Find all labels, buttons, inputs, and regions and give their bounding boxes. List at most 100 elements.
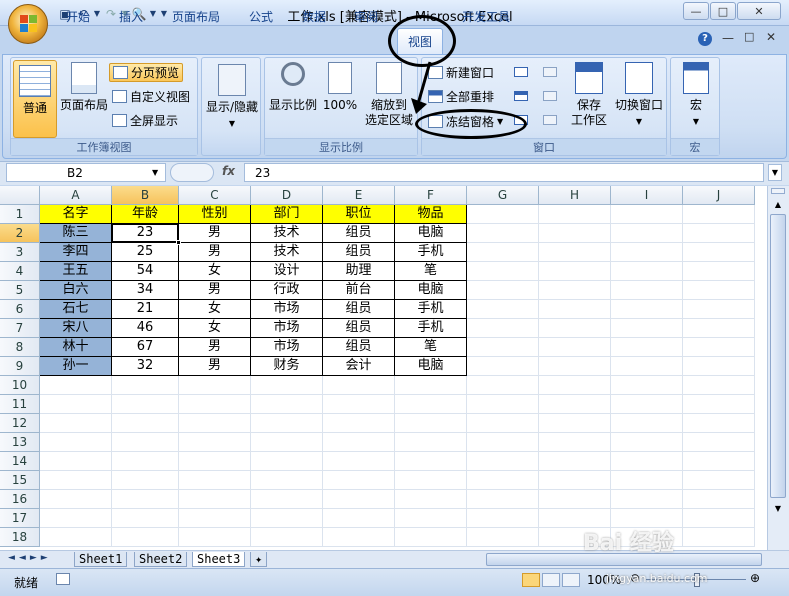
custom-views-button[interactable]: 自定义视图	[112, 87, 190, 106]
cell[interactable]	[467, 300, 539, 319]
cell[interactable]: 职位	[323, 205, 395, 224]
cell[interactable]: 电脑	[395, 357, 467, 376]
cell[interactable]	[539, 243, 611, 262]
cell[interactable]	[611, 205, 683, 224]
cell[interactable]	[467, 528, 539, 547]
cell[interactable]	[323, 433, 395, 452]
cell[interactable]: 手机	[395, 243, 467, 262]
column-header[interactable]: A	[40, 186, 112, 205]
row-header[interactable]: 18	[0, 528, 40, 547]
cell[interactable]	[539, 224, 611, 243]
cell[interactable]	[112, 395, 179, 414]
cell[interactable]: 组员	[323, 243, 395, 262]
page-layout-view-button[interactable]: 页面布局	[59, 62, 109, 138]
cell[interactable]	[467, 319, 539, 338]
cell[interactable]: 陈三	[40, 224, 112, 243]
cell[interactable]	[467, 471, 539, 490]
column-header[interactable]: I	[611, 186, 683, 205]
cell[interactable]	[395, 433, 467, 452]
cell[interactable]: 林十	[40, 338, 112, 357]
show-hide-button[interactable]: 显示/隐藏 ▼	[204, 64, 260, 138]
cell[interactable]	[395, 395, 467, 414]
cell[interactable]: 男	[179, 224, 251, 243]
macro-record-icon[interactable]	[56, 573, 70, 585]
cell[interactable]	[467, 243, 539, 262]
cell[interactable]: 物品	[395, 205, 467, 224]
cell[interactable]	[323, 376, 395, 395]
column-header[interactable]: D	[251, 186, 323, 205]
cell[interactable]	[539, 319, 611, 338]
cell[interactable]	[323, 490, 395, 509]
cell[interactable]: 王五	[40, 262, 112, 281]
cell[interactable]	[683, 243, 755, 262]
reset-position-icon[interactable]	[543, 115, 557, 125]
cell[interactable]	[179, 414, 251, 433]
cell[interactable]	[683, 471, 755, 490]
minimize-button[interactable]: —	[683, 2, 709, 20]
cell[interactable]: 46	[112, 319, 179, 338]
cell[interactable]: 市场	[251, 319, 323, 338]
cell[interactable]: 笔	[395, 262, 467, 281]
cell[interactable]	[467, 338, 539, 357]
cell[interactable]: 前台	[323, 281, 395, 300]
normal-view-status-icon[interactable]	[522, 573, 540, 587]
row-header[interactable]: 9	[0, 357, 40, 376]
cell[interactable]: 组员	[323, 300, 395, 319]
tab-insert[interactable]: 插入	[110, 6, 152, 26]
cell[interactable]	[323, 414, 395, 433]
save-workspace-button[interactable]: 保存 工作区	[566, 62, 612, 138]
cell[interactable]	[467, 205, 539, 224]
row-header[interactable]: 8	[0, 338, 40, 357]
cell[interactable]	[683, 395, 755, 414]
cell[interactable]	[40, 376, 112, 395]
cell[interactable]	[467, 281, 539, 300]
cell[interactable]	[395, 490, 467, 509]
cell[interactable]	[179, 452, 251, 471]
cell[interactable]: 男	[179, 281, 251, 300]
cell[interactable]	[611, 281, 683, 300]
cell[interactable]	[40, 395, 112, 414]
sheet-tab-sheet2[interactable]: Sheet2	[134, 552, 188, 567]
split-box[interactable]	[771, 188, 785, 194]
cell[interactable]	[251, 414, 323, 433]
cell[interactable]	[179, 395, 251, 414]
cell[interactable]: 男	[179, 243, 251, 262]
cell[interactable]	[40, 433, 112, 452]
cell[interactable]	[40, 490, 112, 509]
row-header[interactable]: 14	[0, 452, 40, 471]
fill-handle[interactable]	[176, 240, 181, 245]
tab-developer[interactable]: 开发工具	[455, 6, 517, 26]
cell[interactable]	[611, 243, 683, 262]
cell[interactable]: 手机	[395, 300, 467, 319]
cell[interactable]	[539, 452, 611, 471]
ribbon-restore-icon[interactable]: □	[744, 30, 754, 43]
cell[interactable]: 组员	[323, 319, 395, 338]
cell[interactable]	[683, 528, 755, 547]
select-all-corner[interactable]	[0, 186, 40, 205]
page-break-preview-button[interactable]: 分页预览	[109, 63, 184, 82]
cell[interactable]	[611, 300, 683, 319]
cell[interactable]	[467, 376, 539, 395]
cell[interactable]	[611, 338, 683, 357]
cell[interactable]: 部门	[251, 205, 323, 224]
column-header[interactable]: G	[467, 186, 539, 205]
expand-formula-bar-icon[interactable]: ▼	[768, 164, 782, 181]
cell[interactable]: 宋八	[40, 319, 112, 338]
cell[interactable]	[683, 376, 755, 395]
cell[interactable]	[179, 471, 251, 490]
cell[interactable]	[395, 414, 467, 433]
office-button[interactable]	[8, 4, 48, 44]
cell[interactable]	[323, 471, 395, 490]
full-screen-button[interactable]: 全屏显示	[112, 111, 178, 130]
cell[interactable]	[539, 300, 611, 319]
row-header[interactable]: 13	[0, 433, 40, 452]
name-box-dropdown-icon[interactable]: ▼	[152, 168, 158, 177]
cell[interactable]	[611, 471, 683, 490]
tab-home[interactable]: 开始	[57, 6, 99, 26]
cell[interactable]: 石七	[40, 300, 112, 319]
cell[interactable]	[112, 471, 179, 490]
page-break-status-icon[interactable]	[562, 573, 580, 587]
row-header[interactable]: 17	[0, 509, 40, 528]
insert-function-icon[interactable]: fx	[222, 164, 235, 178]
ribbon-minimize-icon[interactable]: —	[722, 31, 734, 45]
